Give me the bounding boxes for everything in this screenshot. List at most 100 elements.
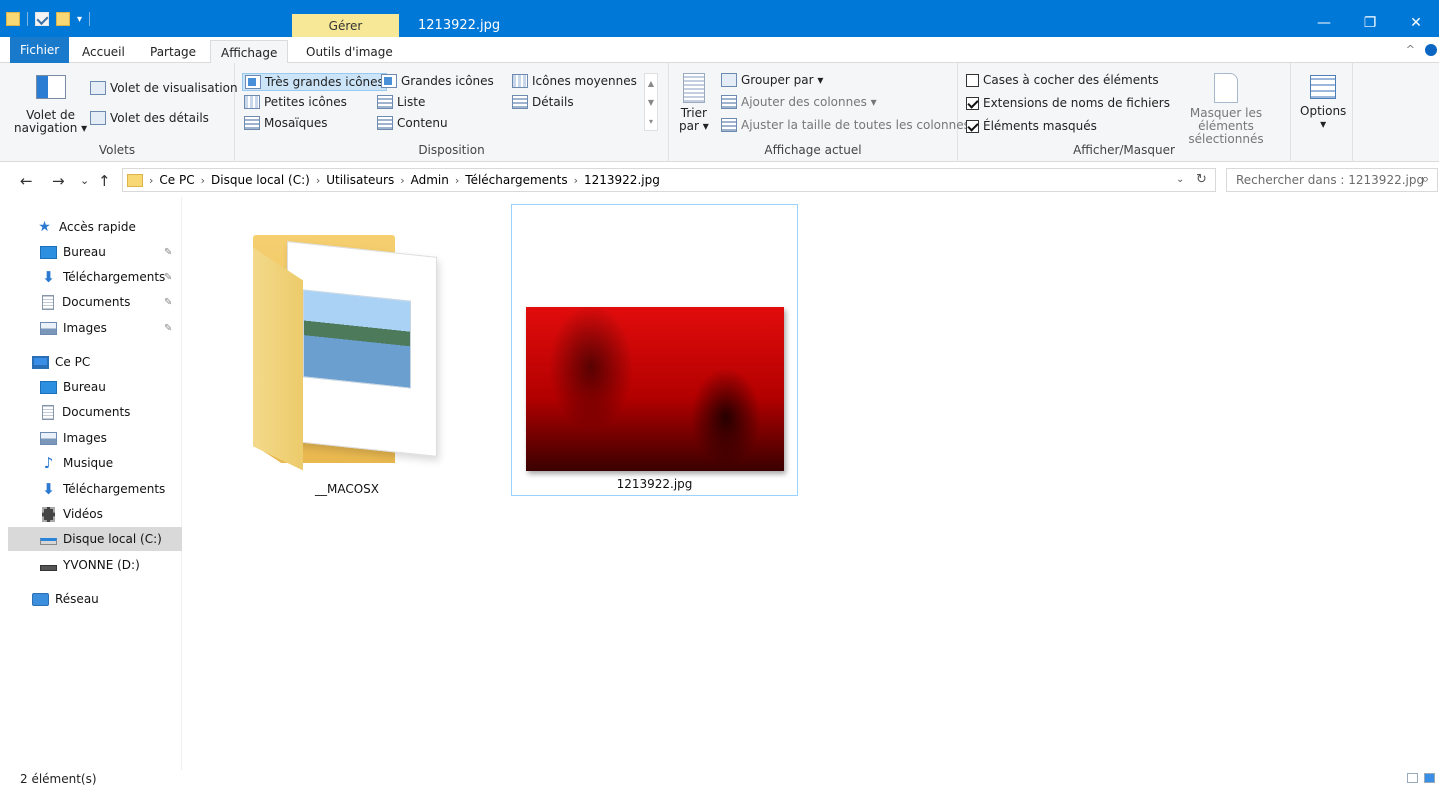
group-by-button[interactable]: Grouper par ▾: [721, 73, 823, 87]
nav-music[interactable]: ♪ Musique: [40, 451, 113, 475]
nav-local-disk[interactable]: Disque local (C:): [8, 527, 182, 551]
image-thumbnail: [525, 307, 784, 471]
large-icons-icon: [381, 74, 397, 88]
back-button[interactable]: ←: [20, 172, 33, 190]
nav-quick-downloads[interactable]: ⬇ Téléchargements ✎: [40, 265, 182, 289]
sort-by-button[interactable]: Trier par ▾: [679, 73, 709, 133]
group-by-label: Grouper par ▾: [741, 73, 824, 87]
layout-label: Contenu: [397, 116, 448, 130]
layout-extra-large-icons[interactable]: Très grandes icônes: [242, 73, 387, 91]
nav-quick-desktop[interactable]: Bureau ✎: [40, 240, 182, 264]
nav-label: Ce PC: [55, 355, 91, 369]
options-button[interactable]: Options ▾: [1300, 75, 1346, 131]
search-input[interactable]: Rechercher dans : 1213922.jpg ⌕: [1226, 168, 1438, 192]
nav-usb-drive[interactable]: YVONNE (D:): [40, 553, 140, 577]
breadcrumb-local-disk[interactable]: Disque local (C:): [211, 173, 310, 187]
properties-icon[interactable]: [35, 12, 49, 26]
tab-share[interactable]: Partage: [140, 40, 206, 63]
folder-icon: [253, 235, 438, 467]
group-label: Volets: [98, 143, 136, 157]
medium-icons-icon: [512, 74, 528, 88]
pin-icon[interactable]: ✎: [164, 297, 172, 308]
tab-home[interactable]: Accueil: [72, 40, 135, 63]
nav-desktop[interactable]: Bureau: [40, 375, 106, 399]
refresh-button[interactable]: ↻: [1196, 172, 1207, 187]
layout-large-icons[interactable]: Grandes icônes: [381, 74, 494, 88]
pin-icon[interactable]: ✎: [164, 247, 172, 258]
breadcrumb-admin[interactable]: Admin: [411, 173, 449, 187]
nav-documents[interactable]: Documents: [40, 400, 130, 424]
tab-file[interactable]: Fichier: [10, 37, 70, 63]
new-folder-icon[interactable]: [56, 12, 70, 26]
file-extensions-checkbox[interactable]: [966, 96, 979, 110]
hidden-items-toggle[interactable]: Éléments masqués: [966, 119, 1097, 133]
chevron-right-icon[interactable]: ›: [574, 174, 578, 187]
nav-videos[interactable]: Vidéos: [40, 502, 103, 526]
item-checkboxes-toggle[interactable]: Cases à cocher des éléments: [966, 73, 1159, 87]
chevron-right-icon[interactable]: ›: [201, 174, 205, 187]
layout-tiles[interactable]: Mosaïques: [244, 116, 328, 130]
add-columns-label: Ajouter des colonnes ▾: [741, 95, 877, 109]
hidden-items-checkbox[interactable]: [966, 119, 979, 133]
ribbon-tabs: Fichier Accueil Partage Affichage Outils…: [0, 37, 1439, 64]
chevron-right-icon[interactable]: ›: [400, 174, 404, 187]
checkbox-label: Cases à cocher des éléments: [983, 73, 1159, 87]
preview-pane-button[interactable]: Volet de visualisation: [90, 81, 238, 95]
chevron-right-icon[interactable]: ›: [149, 174, 153, 187]
layout-label: Très grandes icônes: [265, 75, 384, 89]
navigation-pane-button[interactable]: Volet de navigation ▾: [14, 75, 87, 135]
chevron-right-icon[interactable]: ›: [316, 174, 320, 187]
layout-gallery-scrollbar[interactable]: ▲ ▼ ▾: [644, 73, 658, 131]
tab-picture-tools[interactable]: Outils d'image: [296, 40, 403, 63]
drive-icon: [40, 538, 57, 545]
maximize-button[interactable]: ❐: [1347, 12, 1393, 34]
file-extensions-toggle[interactable]: Extensions de noms de fichiers: [966, 96, 1170, 110]
nav-network[interactable]: Réseau: [32, 587, 99, 611]
help-icon[interactable]: [1425, 44, 1437, 56]
star-icon: ★: [38, 218, 51, 235]
close-button[interactable]: ✕: [1393, 12, 1439, 34]
nav-downloads[interactable]: ⬇ Téléchargements: [40, 477, 165, 501]
nav-this-pc[interactable]: Ce PC: [32, 350, 90, 374]
group-layout: Très grandes icônes Grandes icônes Icône…: [235, 63, 669, 162]
collapse-ribbon-icon[interactable]: ^: [1406, 43, 1415, 56]
details-view-icon[interactable]: [1407, 773, 1418, 783]
customize-toolbar-icon[interactable]: ▾: [77, 14, 82, 25]
image-file-item[interactable]: 1213922.jpg: [511, 204, 798, 496]
folder-icon[interactable]: [6, 12, 20, 26]
nav-pictures[interactable]: Images: [40, 426, 107, 450]
download-icon: ⬇: [42, 267, 55, 286]
item-checkboxes-checkbox[interactable]: [966, 73, 979, 87]
breadcrumb-users[interactable]: Utilisateurs: [326, 173, 394, 187]
breadcrumb-current[interactable]: 1213922.jpg: [584, 173, 660, 187]
details-pane-button[interactable]: Volet des détails: [90, 111, 209, 125]
pin-icon[interactable]: ✎: [164, 323, 172, 334]
address-history-dropdown[interactable]: ⌄: [1176, 174, 1184, 185]
layout-small-icons[interactable]: Petites icônes: [244, 95, 347, 109]
group-label: Afficher/Masquer: [1073, 143, 1175, 157]
tab-manage[interactable]: Gérer: [292, 14, 399, 37]
layout-list[interactable]: Liste: [377, 95, 425, 109]
hide-selected-button[interactable]: Masquer les éléments sélectionnés: [1162, 73, 1290, 146]
layout-medium-icons[interactable]: Icônes moyennes: [512, 74, 637, 88]
search-icon[interactable]: ⌕: [1422, 172, 1429, 187]
breadcrumb-this-pc[interactable]: Ce PC: [159, 173, 194, 187]
large-icons-view-icon[interactable]: [1424, 773, 1435, 783]
layout-details[interactable]: Détails: [512, 95, 574, 109]
nav-quick-access[interactable]: ★ Accès rapide: [36, 215, 136, 239]
breadcrumb-downloads[interactable]: Téléchargements: [465, 173, 567, 187]
add-columns-button[interactable]: Ajouter des colonnes ▾: [721, 95, 877, 109]
up-button[interactable]: ↑: [98, 172, 111, 190]
tab-view[interactable]: Affichage: [210, 40, 289, 64]
pin-icon[interactable]: ✎: [164, 272, 172, 283]
nav-quick-pictures[interactable]: Images ✎: [40, 316, 182, 340]
fit-columns-button[interactable]: Ajuster la taille de toutes les colonnes: [721, 118, 970, 132]
nav-quick-documents[interactable]: Documents ✎: [40, 290, 182, 314]
minimize-button[interactable]: —: [1301, 12, 1347, 34]
recent-locations-button[interactable]: ⌄: [80, 174, 89, 187]
layout-content[interactable]: Contenu: [377, 116, 448, 130]
address-path[interactable]: › Ce PC › Disque local (C:) › Utilisateu…: [122, 168, 1216, 192]
forward-button[interactable]: →: [52, 172, 65, 190]
chevron-right-icon[interactable]: ›: [455, 174, 459, 187]
folder-item[interactable]: __MACOSX: [239, 197, 455, 496]
